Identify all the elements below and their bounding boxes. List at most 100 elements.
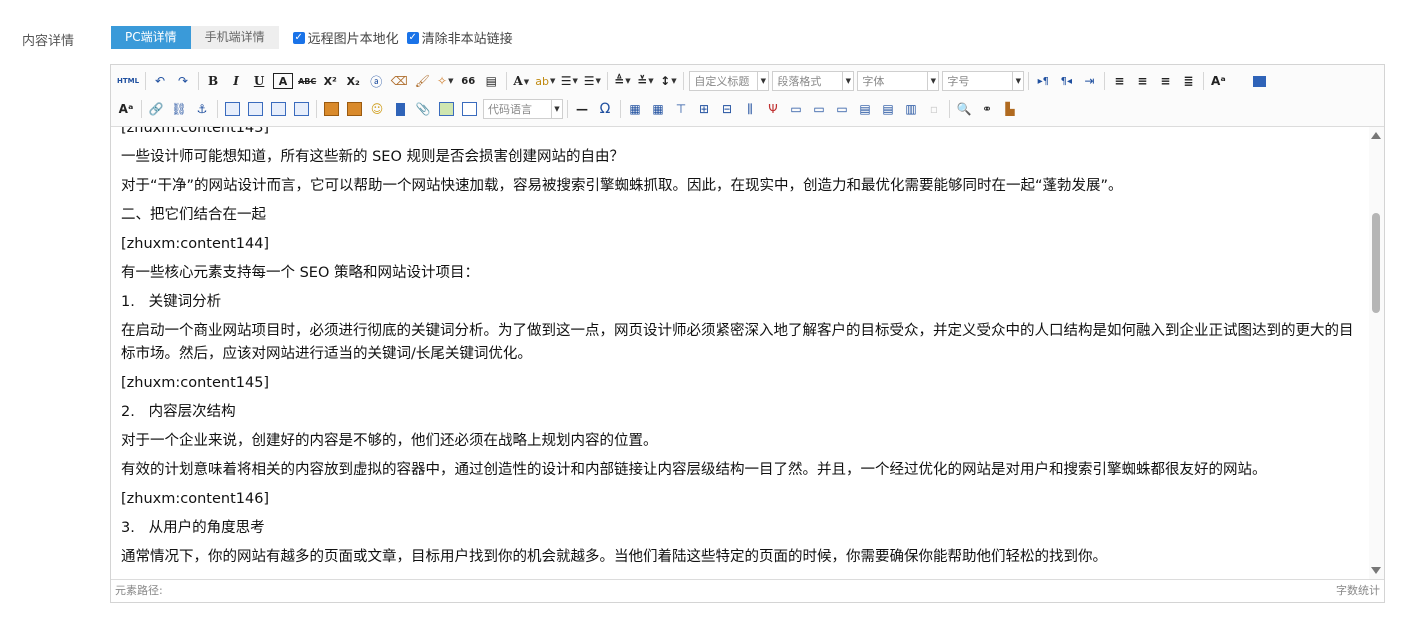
anchor-icon[interactable]: ⚓ (193, 99, 211, 119)
scroll-down-arrow-icon[interactable] (1371, 567, 1381, 574)
background-color-icon[interactable]: ab ▼ (535, 71, 555, 91)
superscript-button[interactable]: X² (321, 71, 339, 91)
subscript-button[interactable]: X₂ (344, 71, 362, 91)
single-image-icon[interactable] (322, 99, 340, 119)
search-replace-icon[interactable]: ⚭ (978, 99, 996, 119)
multi-image-icon[interactable] (345, 99, 363, 119)
font-color-button[interactable]: A ▼ (512, 71, 530, 91)
code-language-select[interactable]: 代码语言 ▼ (483, 99, 563, 119)
source-code-button[interactable]: HTML (117, 71, 139, 91)
custom-title-select[interactable]: 自定义标题 ▼ (689, 71, 770, 91)
delete-table-icon[interactable]: ▦ (649, 99, 667, 119)
split-to-cols-icon[interactable]: ▥ (902, 99, 920, 119)
insert-col-icon[interactable]: ⫼ (741, 99, 759, 119)
ltr-icon[interactable]: ▸¶ (1034, 71, 1052, 91)
content-paragraph: [zhuxm:content143] (121, 127, 270, 136)
paragraph-format-select[interactable]: 段落格式 ▼ (772, 71, 855, 91)
attachment-icon[interactable]: 📎 (414, 99, 432, 119)
template-icon[interactable]: ▙ (1001, 99, 1019, 119)
tolowercase-icon[interactable]: Aᵃ (117, 99, 135, 119)
insert-row-icon[interactable]: ⊞ (695, 99, 713, 119)
delete-col-icon[interactable]: Ψ (764, 99, 782, 119)
insert-frame-icon[interactable] (460, 99, 478, 119)
font-size-select[interactable]: 字号 ▼ (942, 71, 1025, 91)
merge-cells-icon[interactable]: ▭ (787, 99, 805, 119)
video-icon[interactable] (391, 99, 409, 119)
undo-icon[interactable]: ↶ (151, 71, 169, 91)
image-left-icon[interactable] (246, 99, 264, 119)
font-family-select[interactable]: 字体 ▼ (857, 71, 940, 91)
bold-button[interactable]: B (204, 71, 222, 91)
toolbar-row-1: HTML ↶ ↷ B I U A ABC X² X₂ ⓐ ⌫ 🖌 ✧ ▼ 66 ▤… (117, 69, 1273, 93)
insert-paragraph-before-table-icon[interactable]: ⊤ (672, 99, 690, 119)
blockquote-button[interactable]: 66 (459, 71, 477, 91)
tab-mobile-detail[interactable]: 手机端详情 (190, 26, 279, 49)
unordered-list-icon[interactable]: ☰ ▼ (583, 71, 601, 91)
align-justify-icon[interactable]: ≣ (1179, 71, 1197, 91)
detail-tabs: PC端详情 手机端详情 ✓ 远程图片本地化 ✓ 清除非本站链接 (111, 26, 513, 49)
font-border-button[interactable]: A (273, 73, 294, 89)
map-icon[interactable] (437, 99, 455, 119)
separator (683, 72, 685, 90)
editor-statusbar: 元素路径: 字数统计 (111, 579, 1384, 602)
toolbar-row-2: Aᵃ 🔗 ⛓ ⚓ ☺ 📎 代码语言 ▼ — Ω ▦ ▦ ⊤ ⊞ ⊟ ⫼ Ψ ▭ … (117, 97, 1024, 121)
eraser-icon[interactable]: ⌫ (390, 71, 408, 91)
image-center-icon[interactable] (292, 99, 310, 119)
redo-icon[interactable]: ↷ (174, 71, 192, 91)
strikethrough-button[interactable]: ABC (298, 71, 316, 91)
format-match-icon[interactable]: ⓐ (367, 71, 385, 91)
editor-content[interactable]: [zhuxm:content143] 一些设计师可能想知道，所有这些新的 SEO … (111, 127, 1369, 579)
word-count-label[interactable]: 字数统计 (1336, 580, 1380, 602)
emotion-icon[interactable]: ☺ (368, 99, 386, 119)
content-body: [zhuxm:content143] 一些设计师可能想知道，所有这些新的 SEO … (121, 127, 1357, 575)
split-to-cells-icon[interactable]: ▤ (856, 99, 874, 119)
auto-format-icon[interactable]: ✧ ▼ (436, 71, 454, 91)
insert-table-icon[interactable]: ▦ (626, 99, 644, 119)
paste-plain-icon[interactable]: ▤ (482, 71, 500, 91)
merge-down-icon[interactable]: ▭ (833, 99, 851, 119)
delete-row-icon[interactable]: ⊟ (718, 99, 736, 119)
clear-external-links-checkbox[interactable]: ✓ 清除非本站链接 (406, 28, 513, 47)
editor-toolbar: HTML ↶ ↷ B I U A ABC X² X₂ ⓐ ⌫ 🖌 ✧ ▼ 66 ▤… (111, 65, 1384, 127)
scroll-up-arrow-icon[interactable] (1371, 132, 1381, 139)
brush-icon[interactable]: 🖌 (413, 71, 431, 91)
align-right-icon[interactable]: ≡ (1156, 71, 1174, 91)
checkmark-icon: ✓ (406, 31, 419, 44)
content-paragraph: [zhuxm:content144] (121, 236, 270, 252)
align-center-icon[interactable]: ≡ (1133, 71, 1151, 91)
scrollbar-thumb[interactable] (1372, 213, 1380, 313)
rtl-icon[interactable]: ¶◂ (1057, 71, 1075, 91)
merge-right-icon[interactable]: ▭ (810, 99, 828, 119)
italic-button[interactable]: I (227, 71, 245, 91)
content-paragraph: 3. 从用户的角度思考 (121, 520, 265, 536)
separator (1028, 72, 1030, 90)
tab-pc-detail[interactable]: PC端详情 (111, 26, 191, 49)
row-spacing-bottom-icon[interactable]: ≚ ▼ (636, 71, 654, 91)
link-icon[interactable]: 🔗 (147, 99, 165, 119)
separator (217, 100, 218, 118)
align-left-icon[interactable]: ≡ (1110, 71, 1128, 91)
touppercase-icon[interactable]: Aᵃ (1209, 71, 1227, 91)
fullscreen-icon[interactable] (1250, 71, 1268, 91)
unlink-icon[interactable]: ⛓ (170, 99, 188, 119)
separator (1203, 72, 1205, 90)
split-to-rows-icon[interactable]: ▤ (879, 99, 897, 119)
content-paragraph: 对于“干净”的网站设计而言，它可以帮助一个网站快速加载，容易被搜索引擎蜘蛛抓取。… (121, 178, 1123, 194)
indent-icon[interactable]: ⇥ (1080, 71, 1098, 91)
line-height-icon[interactable]: ↕ ▼ (659, 71, 677, 91)
content-paragraph: [zhuxm:content146] (121, 491, 270, 507)
image-right-icon[interactable] (269, 99, 287, 119)
horizontal-rule-button[interactable]: — (573, 99, 591, 119)
separator (316, 100, 317, 118)
separator (141, 100, 142, 118)
underline-button[interactable]: U (250, 71, 268, 91)
vertical-scrollbar[interactable] (1369, 127, 1384, 579)
remote-image-localize-label: 远程图片本地化 (307, 32, 399, 47)
row-spacing-top-icon[interactable]: ≜ ▼ (613, 71, 631, 91)
image-none-icon[interactable] (223, 99, 241, 119)
remote-image-localize-checkbox[interactable]: ✓ 远程图片本地化 (292, 28, 399, 47)
chart-icon[interactable]: ▫ (925, 99, 943, 119)
ordered-list-icon[interactable]: ☰ ▼ (560, 71, 578, 91)
print-preview-icon[interactable]: 🔍 (955, 99, 973, 119)
special-chars-button[interactable]: Ω (596, 99, 614, 119)
